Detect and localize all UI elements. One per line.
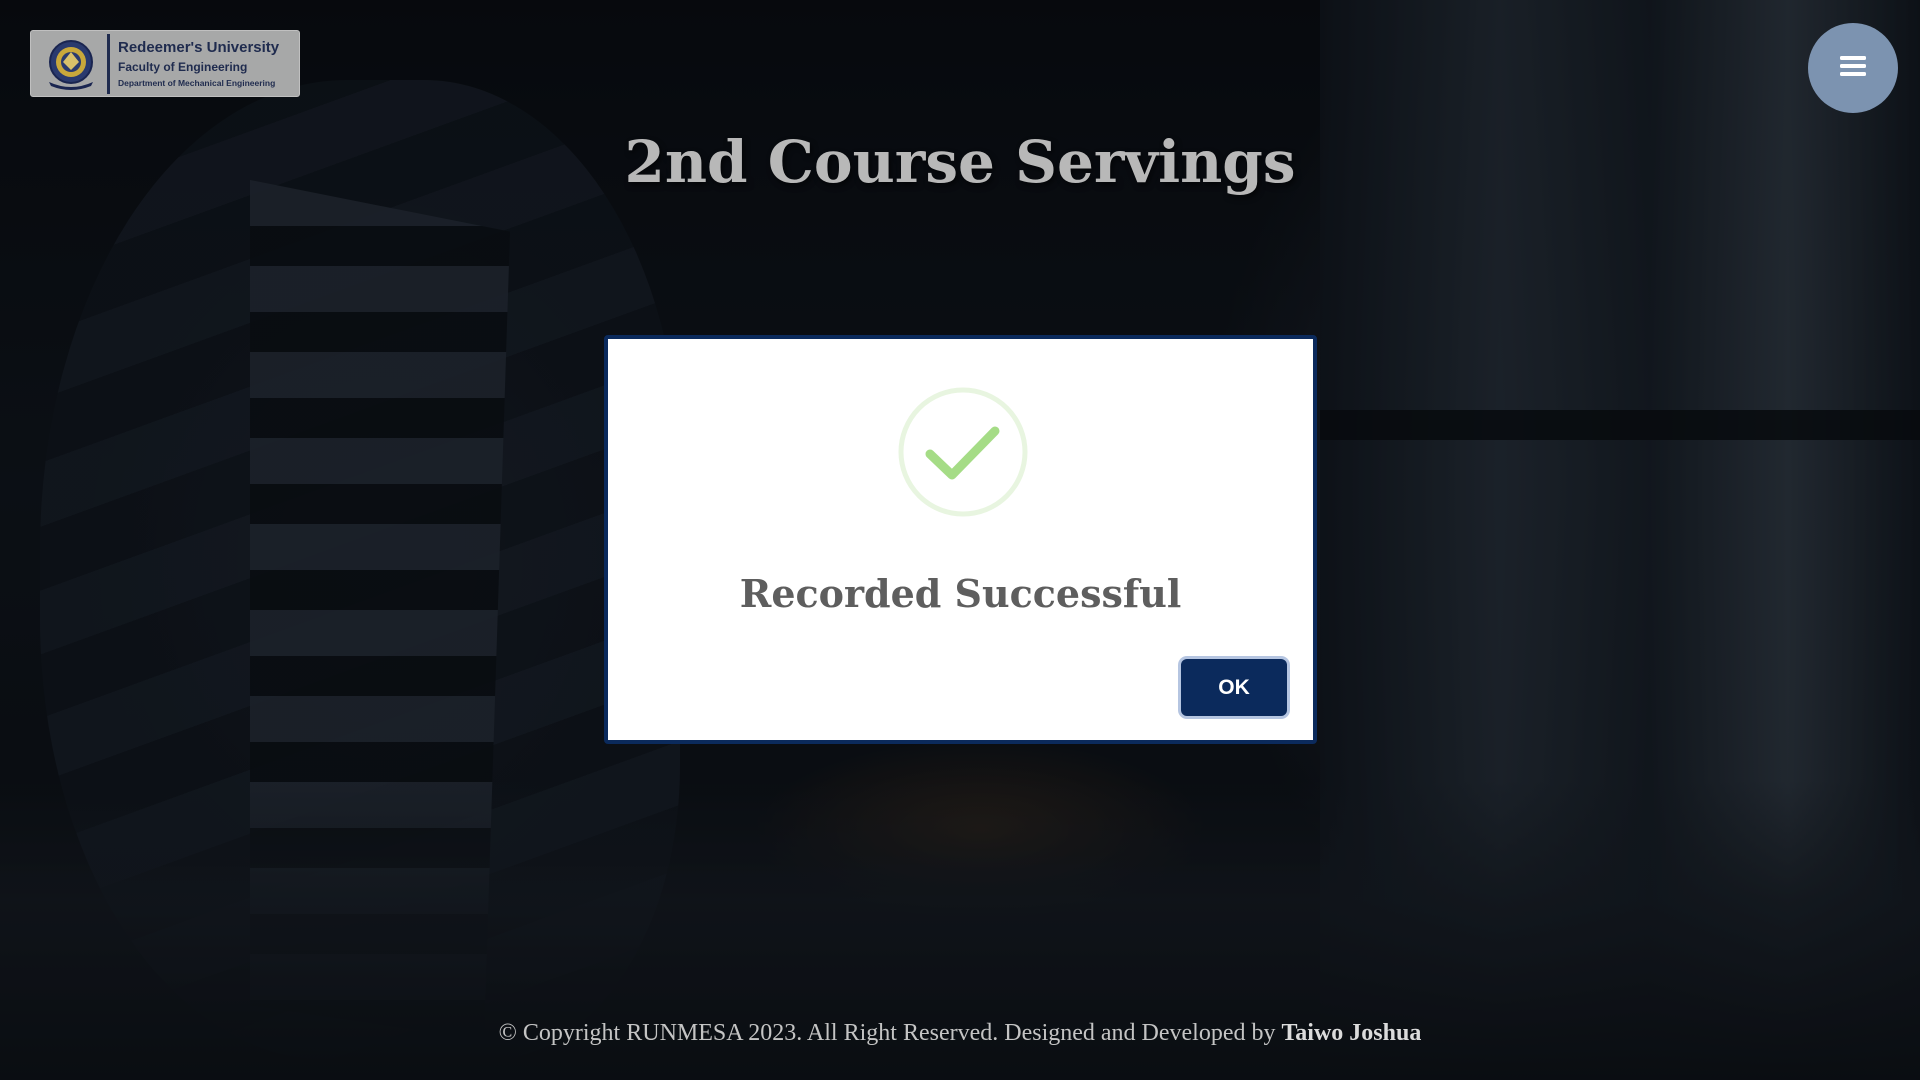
success-dialog: Recorded Successful OK bbox=[604, 335, 1317, 744]
university-crest-icon bbox=[41, 37, 101, 91]
logo-text: Redeemer's University Faculty of Enginee… bbox=[118, 38, 279, 90]
success-check-icon bbox=[898, 387, 1028, 517]
page-title: 2nd Course Servings bbox=[624, 128, 1296, 196]
university-logo[interactable]: Redeemer's University Faculty of Enginee… bbox=[30, 30, 300, 97]
ok-button[interactable]: OK bbox=[1181, 659, 1287, 716]
logo-divider bbox=[107, 33, 110, 94]
footer-author: Taiwo Joshua bbox=[1281, 1020, 1422, 1046]
logo-department-name: Department of Mechanical Engineering bbox=[118, 77, 276, 88]
logo-faculty-name: Faculty of Engineering bbox=[118, 59, 248, 74]
logo-university-name: Redeemer's University bbox=[118, 38, 280, 56]
footer: © Copyright RUNMESA 2023. All Right Rese… bbox=[0, 1020, 1920, 1047]
footer-copyright: © Copyright RUNMESA 2023. All Right Rese… bbox=[498, 1020, 1276, 1046]
dialog-message: Recorded Successful bbox=[739, 571, 1182, 616]
menu-button[interactable] bbox=[1808, 23, 1898, 113]
hamburger-menu-icon bbox=[1840, 55, 1866, 82]
